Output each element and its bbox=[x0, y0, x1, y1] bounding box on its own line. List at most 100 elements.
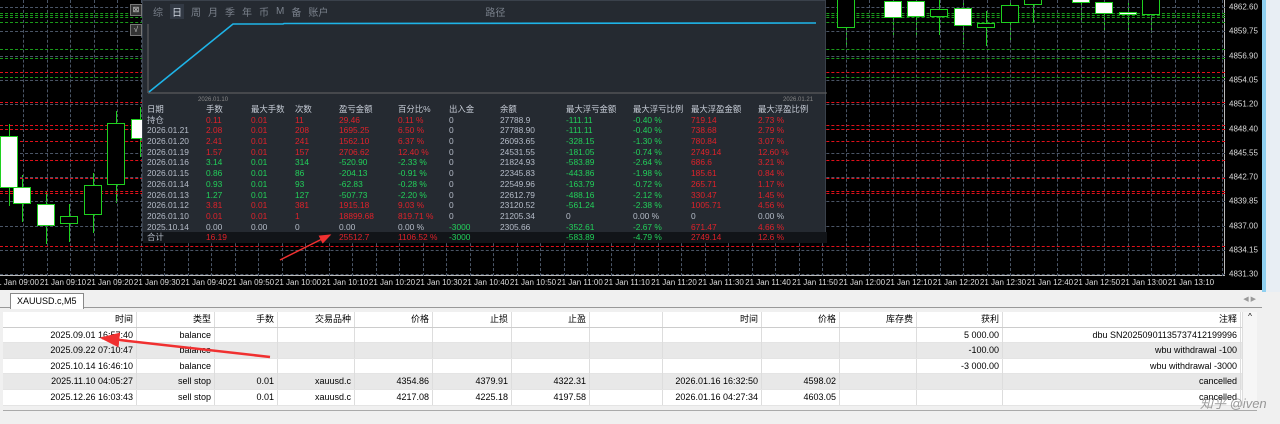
vertical-scrollbar[interactable]: ^ bbox=[1242, 312, 1257, 406]
column-header[interactable]: 类型 bbox=[137, 312, 215, 327]
tab-period[interactable]: 季 bbox=[225, 4, 235, 19]
stats-cell: 2026.01.19 bbox=[147, 146, 189, 157]
table-row[interactable]: 2025.12.26 16:03:43 sell stop 0.01 xauusd.c… bbox=[3, 389, 1257, 406]
candlestick bbox=[954, 8, 972, 26]
stats-cell: 686.6 bbox=[691, 157, 712, 168]
column-header: 最大浮亏金额 bbox=[566, 104, 617, 114]
column-header[interactable]: 库存费 bbox=[840, 312, 917, 327]
tab-period[interactable]: M bbox=[276, 6, 284, 17]
tab-period[interactable]: 月 bbox=[208, 4, 218, 19]
stats-cell: 3.07 % bbox=[758, 136, 785, 147]
stats-header-row: 日期 手数 最大手数 次数 盈亏金额 百分比% 出入金 余额 最大浮亏金额 最大浮亏比例 最大浮盈金… bbox=[143, 104, 827, 115]
history-header-row: 时间 类型 手数 交易品种 价格 止损 止盈 时间 价格 库存费 获利 注释 bbox=[3, 312, 1257, 328]
table-cell: 5 000.00 bbox=[917, 327, 1003, 343]
tab-period[interactable]: 年 bbox=[242, 4, 252, 19]
column-header[interactable]: 时间 bbox=[3, 312, 137, 327]
price-chart[interactable]: ⊠ √ 综日周月季年币 M 备账户 路径 2026.01.10 2026.01.21 … bbox=[0, 0, 1262, 290]
table-cell: -100.00 bbox=[917, 343, 1003, 359]
stats-cell: -0.91 % bbox=[398, 168, 427, 179]
right-scrollbar[interactable] bbox=[1262, 0, 1280, 292]
stats-cell: 2026.01.21 bbox=[147, 125, 189, 136]
price-label: 4831.30 bbox=[1229, 269, 1258, 279]
stats-cell: 0.01 bbox=[206, 210, 223, 221]
stats-cell: 0 bbox=[449, 136, 454, 147]
table-row[interactable]: 2025.11.10 04:05:27 sell stop 0.01 xauusd.c… bbox=[3, 374, 1257, 390]
tab-scroll-arrows-icon[interactable]: ◀ ▶ bbox=[1243, 295, 1256, 303]
tab-period[interactable]: 币 bbox=[259, 4, 269, 19]
candlestick bbox=[930, 9, 948, 17]
stats-cell: 1005.71 bbox=[691, 200, 722, 211]
stats-cell: 1.45 % bbox=[758, 189, 785, 200]
tab-period[interactable]: 备 bbox=[291, 4, 301, 19]
table-cell: 4322.31 bbox=[512, 374, 590, 390]
stats-cell: 719.14 bbox=[691, 114, 717, 125]
tab-period[interactable]: 周 bbox=[191, 4, 201, 19]
column-header[interactable]: 价格 bbox=[355, 312, 433, 327]
table-cell bbox=[278, 327, 355, 343]
table-row[interactable]: 2025.09.01 16:57:40 balance 5 000.00 dbu SN… bbox=[3, 327, 1257, 344]
tab-period[interactable]: 路径 bbox=[485, 4, 505, 19]
time-label: 21 Jan 10:10 bbox=[321, 278, 369, 287]
stats-cell: 22345.83 bbox=[500, 168, 535, 179]
stats-row: 2026.01.20 2.41 0.01 241 1562.10 6.37 % 0 26093… bbox=[143, 136, 827, 147]
column-header[interactable]: 止损 bbox=[433, 312, 512, 327]
table-row[interactable]: 2025.09.22 07:10:47 balance -100.00 wbu wit… bbox=[3, 343, 1257, 359]
stats-cell: 2.73 % bbox=[758, 114, 785, 125]
candlestick bbox=[1119, 12, 1137, 15]
candlestick bbox=[0, 136, 18, 188]
stats-cell: 819.71 % bbox=[398, 210, 434, 221]
terminal-panel: XAUUSD.c,M5 ◀ ▶ 时间 类型 手数 交易品种 价格 止损 止盈 时间 价格 库存费获… bbox=[0, 292, 1262, 424]
stats-cell: 0 bbox=[295, 221, 300, 232]
column-header[interactable]: 止盈 bbox=[512, 312, 590, 327]
chart-settings-icon[interactable]: ⊠ bbox=[130, 4, 142, 16]
time-label: 21 Jan 11:50 bbox=[792, 278, 838, 287]
table-cell bbox=[278, 343, 355, 359]
stats-row: 2026.01.13 1.27 0.01 127 -507.73 -2.20 % 0 2261… bbox=[143, 190, 827, 201]
stats-cell: 0.00 % bbox=[633, 210, 660, 221]
table-cell bbox=[762, 327, 840, 343]
price-label: 4837.00 bbox=[1229, 221, 1258, 231]
stats-cell: 0.01 bbox=[251, 168, 268, 179]
column-header: 最大手数 bbox=[251, 104, 285, 114]
column-header[interactable]: 获利 bbox=[917, 312, 1003, 327]
table-cell: wbu withdrawal -3000 bbox=[1003, 358, 1241, 374]
stats-cell: 738.68 bbox=[691, 125, 717, 136]
tab-xauusd-m5[interactable]: XAUUSD.c,M5 bbox=[10, 293, 84, 309]
checkmark-icon[interactable]: √ bbox=[130, 24, 142, 36]
table-cell: 4603.05 bbox=[762, 389, 840, 405]
table-row[interactable]: 2025.10.14 16:46:10 balance -3 000.00 wbu w… bbox=[3, 358, 1257, 375]
stats-cell: 1.17 % bbox=[758, 178, 785, 189]
column-header[interactable]: 注释 bbox=[1003, 312, 1241, 327]
price-gridline bbox=[0, 250, 1225, 251]
column-header[interactable] bbox=[590, 312, 663, 327]
stats-cell: 2026.01.12 bbox=[147, 200, 189, 211]
column-header: 余额 bbox=[500, 104, 517, 114]
table-cell: 2025.09.01 16:57:40 bbox=[3, 327, 137, 343]
stats-row: 2026.01.15 0.86 0.01 86 -204.13 -0.91 % 0 22345… bbox=[143, 168, 827, 179]
time-label: 21 Jan 09:40 bbox=[180, 278, 228, 287]
table-cell: 4354.86 bbox=[355, 374, 433, 390]
table-cell: sell stop bbox=[137, 389, 215, 405]
table-cell: balance bbox=[137, 358, 215, 374]
column-header[interactable]: 时间 bbox=[663, 312, 762, 327]
table-cell: 4598.02 bbox=[762, 374, 840, 390]
column-header[interactable]: 交易品种 bbox=[278, 312, 355, 327]
time-label: 21 Jan 12:10 bbox=[885, 278, 933, 287]
column-header[interactable]: 价格 bbox=[762, 312, 840, 327]
stats-cell: -2.67 % bbox=[633, 221, 662, 232]
tab-period[interactable]: 综 bbox=[153, 4, 163, 19]
stats-cell: 1 bbox=[295, 210, 300, 221]
stats-cell: 0 bbox=[449, 200, 454, 211]
horizontal-scrollbar[interactable] bbox=[3, 410, 1257, 419]
stats-cell: 27788.9 bbox=[500, 114, 531, 125]
tab-period[interactable]: 账户 bbox=[308, 4, 328, 19]
stats-cell: 6.50 % bbox=[398, 125, 425, 136]
stats-cell: 0.00 bbox=[251, 221, 268, 232]
time-gridline bbox=[1010, 0, 1011, 276]
stats-row: 2026.01.10 0.01 0.01 1 18899.68 819.71 % 0 2120… bbox=[143, 211, 827, 222]
time-gridline bbox=[1221, 0, 1223, 276]
stats-cell: 0 bbox=[449, 168, 454, 179]
price-label: 4842.70 bbox=[1229, 172, 1258, 182]
tab-period[interactable]: 日 bbox=[170, 3, 184, 19]
column-header[interactable]: 手数 bbox=[215, 312, 278, 327]
